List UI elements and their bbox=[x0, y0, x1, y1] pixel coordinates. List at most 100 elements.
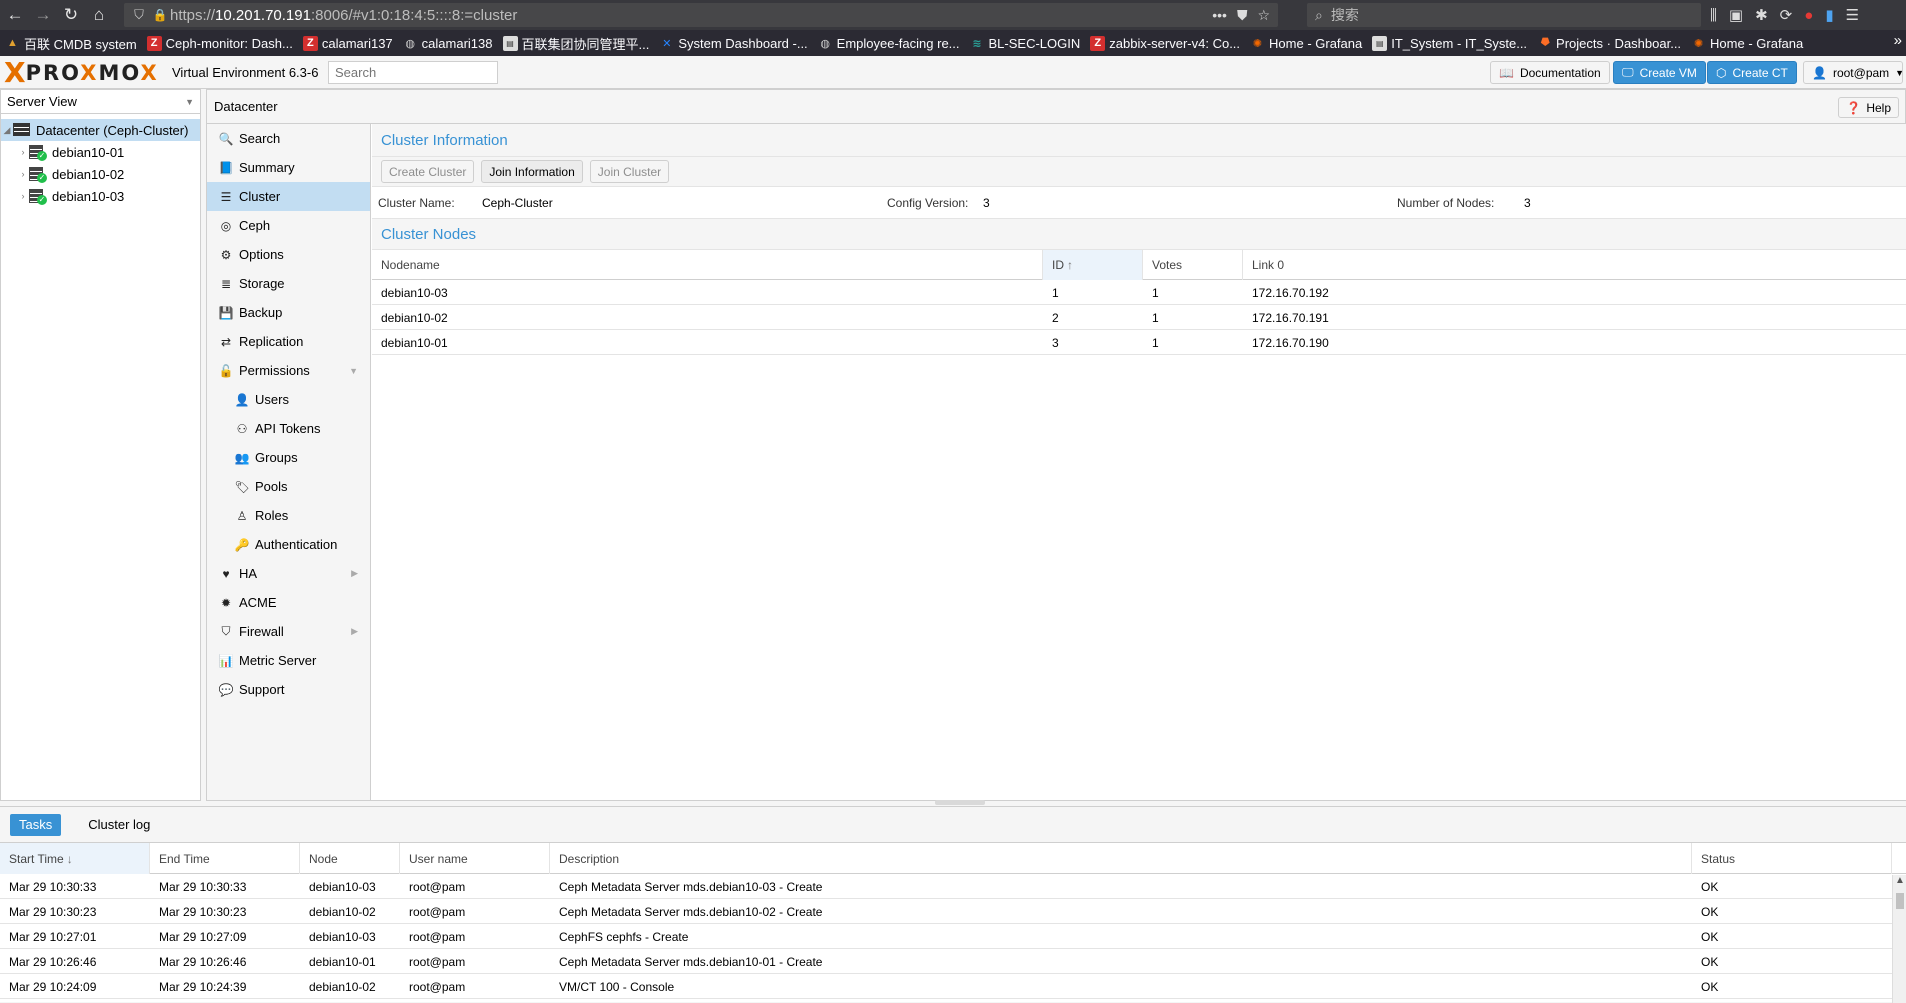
extension-gear-icon[interactable]: ✱ bbox=[1755, 6, 1768, 24]
sync-icon[interactable]: ⟳ bbox=[1780, 6, 1793, 24]
bookmarks-overflow-icon[interactable]: » bbox=[1894, 32, 1902, 49]
menu-item-ceph[interactable]: ◎ Ceph bbox=[207, 211, 370, 240]
bookmark-item[interactable]: ✺ Home - Grafana bbox=[1686, 32, 1808, 54]
server-view-select[interactable]: Server View ▼ bbox=[1, 90, 200, 114]
column-node[interactable]: Node bbox=[300, 843, 400, 874]
column-nodename[interactable]: Nodename bbox=[372, 250, 1043, 280]
cell-status: OK bbox=[1701, 879, 1719, 894]
menu-item-metric-server[interactable]: 📊 Metric Server bbox=[207, 646, 370, 675]
library-icon[interactable]: ⫼ bbox=[1710, 7, 1717, 24]
back-arrow-icon[interactable]: ← bbox=[2, 2, 28, 28]
menu-item-support[interactable]: 💬 Support bbox=[207, 675, 370, 704]
create-cluster-button[interactable]: Create Cluster bbox=[381, 160, 475, 183]
menu-item-search[interactable]: 🔍 Search bbox=[207, 124, 370, 153]
bookmark-item[interactable]: ✺ Home - Grafana bbox=[1245, 32, 1367, 54]
table-row[interactable]: Mar 29 10:30:23 Mar 29 10:30:23 debian10-0… bbox=[0, 899, 1906, 924]
menu-item-users[interactable]: 👤 Users bbox=[207, 385, 370, 414]
table-row[interactable]: Mar 29 10:26:46 Mar 29 10:26:46 debian10-0… bbox=[0, 949, 1906, 974]
scroll-thumb[interactable] bbox=[1896, 893, 1904, 909]
tasks-scrollbar[interactable]: ▲ bbox=[1892, 875, 1906, 1003]
sidebar-icon[interactable]: ▣ bbox=[1729, 6, 1743, 24]
lock-warning-icon[interactable]: 🔒 bbox=[150, 8, 170, 22]
menu-item-backup[interactable]: 💾 Backup bbox=[207, 298, 370, 327]
menu-item-storage[interactable]: ≣ Storage bbox=[207, 269, 370, 298]
cell-nodename: debian10-03 bbox=[381, 285, 448, 300]
menu-item-pools[interactable]: 🏷 Pools bbox=[207, 472, 370, 501]
extension-red-icon[interactable]: ● bbox=[1804, 7, 1813, 24]
search-input[interactable] bbox=[328, 61, 498, 84]
reload-icon[interactable]: ↻ bbox=[58, 2, 84, 28]
expand-icon[interactable]: › bbox=[17, 147, 29, 157]
menu-item-api-tokens[interactable]: ⚇ API Tokens bbox=[207, 414, 370, 443]
table-row[interactable]: debian10-02 2 1 172.16.70.191 bbox=[372, 305, 1906, 330]
join-cluster-button[interactable]: Join Cluster bbox=[589, 160, 670, 183]
tab-tasks[interactable]: Tasks bbox=[10, 813, 62, 836]
panel-splitter[interactable] bbox=[935, 800, 985, 805]
menu-item-acme[interactable]: ✹ ACME bbox=[207, 588, 370, 617]
menu-item-authentication[interactable]: 🔑 Authentication bbox=[207, 530, 370, 559]
chevron-right-icon[interactable]: ▶ bbox=[351, 626, 358, 637]
column-status[interactable]: Status bbox=[1692, 843, 1892, 874]
create-vm-button[interactable]: 🖵 Create VM bbox=[1613, 61, 1706, 84]
menu-item-groups[interactable]: 👥 Groups bbox=[207, 443, 370, 472]
table-row[interactable]: debian10-01 3 1 172.16.70.190 bbox=[372, 330, 1906, 355]
config-version-value: 3 bbox=[983, 195, 990, 210]
bookmark-item[interactable]: Zcalamari137 bbox=[298, 32, 398, 54]
menu-item-summary[interactable]: 📘 Summary bbox=[207, 153, 370, 182]
menu-hamburger-icon[interactable]: ☰ bbox=[1846, 6, 1859, 24]
tree-node-debian10-03[interactable]: › ✓ debian10-03 bbox=[1, 185, 200, 207]
home-icon[interactable]: ⌂ bbox=[86, 2, 112, 28]
bookmark-item[interactable]: ✕ System Dashboard -... bbox=[654, 32, 812, 54]
column-link0[interactable]: Link 0 bbox=[1243, 250, 1906, 280]
tree-node-debian10-02[interactable]: › ✓ debian10-02 bbox=[1, 163, 200, 185]
chevron-down-icon[interactable]: ▼ bbox=[349, 366, 358, 376]
table-row[interactable]: Mar 29 10:30:33 Mar 29 10:30:33 debian10-0… bbox=[0, 874, 1906, 899]
menu-item-firewall[interactable]: ⛉ Firewall ▶ bbox=[207, 617, 370, 646]
menu-item-options[interactable]: ⚙ Options bbox=[207, 240, 370, 269]
chevron-right-icon[interactable]: ▶ bbox=[351, 568, 358, 579]
table-row[interactable]: Mar 29 10:27:01 Mar 29 10:27:09 debian10-0… bbox=[0, 924, 1906, 949]
menu-item-roles[interactable]: ♙ Roles bbox=[207, 501, 370, 530]
expand-icon[interactable]: › bbox=[17, 191, 29, 201]
documentation-button[interactable]: 📖 Documentation bbox=[1490, 61, 1610, 84]
user-menu-button[interactable]: 👤 root@pam ▼ bbox=[1803, 61, 1904, 84]
bookmark-item[interactable]: ◍ calamari138 bbox=[398, 32, 498, 54]
menu-item-permissions[interactable]: 🔓 Permissions ▼ bbox=[207, 356, 370, 385]
tracking-shield-icon[interactable]: ⛉ bbox=[128, 7, 150, 23]
bookmark-item[interactable]: ▤ IT_System - IT_Syste... bbox=[1367, 32, 1532, 54]
browser-search-box[interactable]: ⌕ 搜索 bbox=[1307, 3, 1701, 27]
column-votes[interactable]: Votes bbox=[1143, 250, 1243, 280]
bookmark-item[interactable]: ≋ BL-SEC-LOGIN bbox=[965, 32, 1086, 54]
column-end-time[interactable]: End Time bbox=[150, 843, 300, 874]
tree-node-debian10-01[interactable]: › ✓ debian10-01 bbox=[1, 141, 200, 163]
bookmark-item[interactable]: ⯂ Projects · Dashboar... bbox=[1532, 32, 1686, 54]
collapse-icon[interactable]: ◢ bbox=[1, 125, 13, 136]
create-ct-button[interactable]: ⬡ Create CT bbox=[1707, 61, 1797, 84]
column-id[interactable]: ID ↑ bbox=[1043, 250, 1143, 280]
bookmark-item[interactable]: ▲ 百联 CMDB system bbox=[0, 32, 142, 54]
tab-cluster-log[interactable]: Cluster log bbox=[79, 814, 159, 836]
scroll-up-icon[interactable]: ▲ bbox=[1894, 875, 1906, 889]
bookmark-star-icon[interactable]: ☆ bbox=[1257, 7, 1270, 24]
url-bar[interactable]: ⛉ 🔒 https://10.201.70.191:8006/#v1:0:18:… bbox=[124, 3, 1278, 27]
menu-item-replication[interactable]: ⇄ Replication bbox=[207, 327, 370, 356]
forward-arrow-icon[interactable]: → bbox=[30, 2, 56, 28]
more-actions-icon[interactable]: ••• bbox=[1212, 7, 1227, 23]
column-user-name[interactable]: User name bbox=[400, 843, 550, 874]
tree-datacenter[interactable]: ◢ Datacenter (Ceph-Cluster) bbox=[1, 119, 200, 141]
table-row[interactable]: Mar 29 10:24:09 Mar 29 10:24:39 debian10-0… bbox=[0, 974, 1906, 999]
column-start-time[interactable]: Start Time ↓ bbox=[0, 843, 150, 874]
menu-item-ha[interactable]: ♥ HA ▶ bbox=[207, 559, 370, 588]
table-row[interactable]: debian10-03 1 1 172.16.70.192 bbox=[372, 280, 1906, 305]
pocket-icon[interactable]: ⛊ bbox=[1237, 7, 1248, 24]
help-button[interactable]: ❓ Help bbox=[1838, 97, 1899, 118]
bookmark-item[interactable]: ▤ 百联集团协同管理平... bbox=[498, 32, 655, 54]
join-information-button[interactable]: Join Information bbox=[481, 160, 583, 183]
bookmark-item[interactable]: Zzabbix-server-v4: Co... bbox=[1085, 32, 1245, 54]
expand-icon[interactable]: › bbox=[17, 169, 29, 179]
menu-item-cluster[interactable]: ☰ Cluster bbox=[207, 182, 370, 211]
bookmark-item[interactable]: ◍ Employee-facing re... bbox=[813, 32, 965, 54]
bookmark-item[interactable]: Z Ceph-monitor: Dash... bbox=[142, 32, 298, 54]
extension-chart-icon[interactable]: ▮ bbox=[1825, 6, 1833, 24]
column-description[interactable]: Description bbox=[550, 843, 1692, 874]
